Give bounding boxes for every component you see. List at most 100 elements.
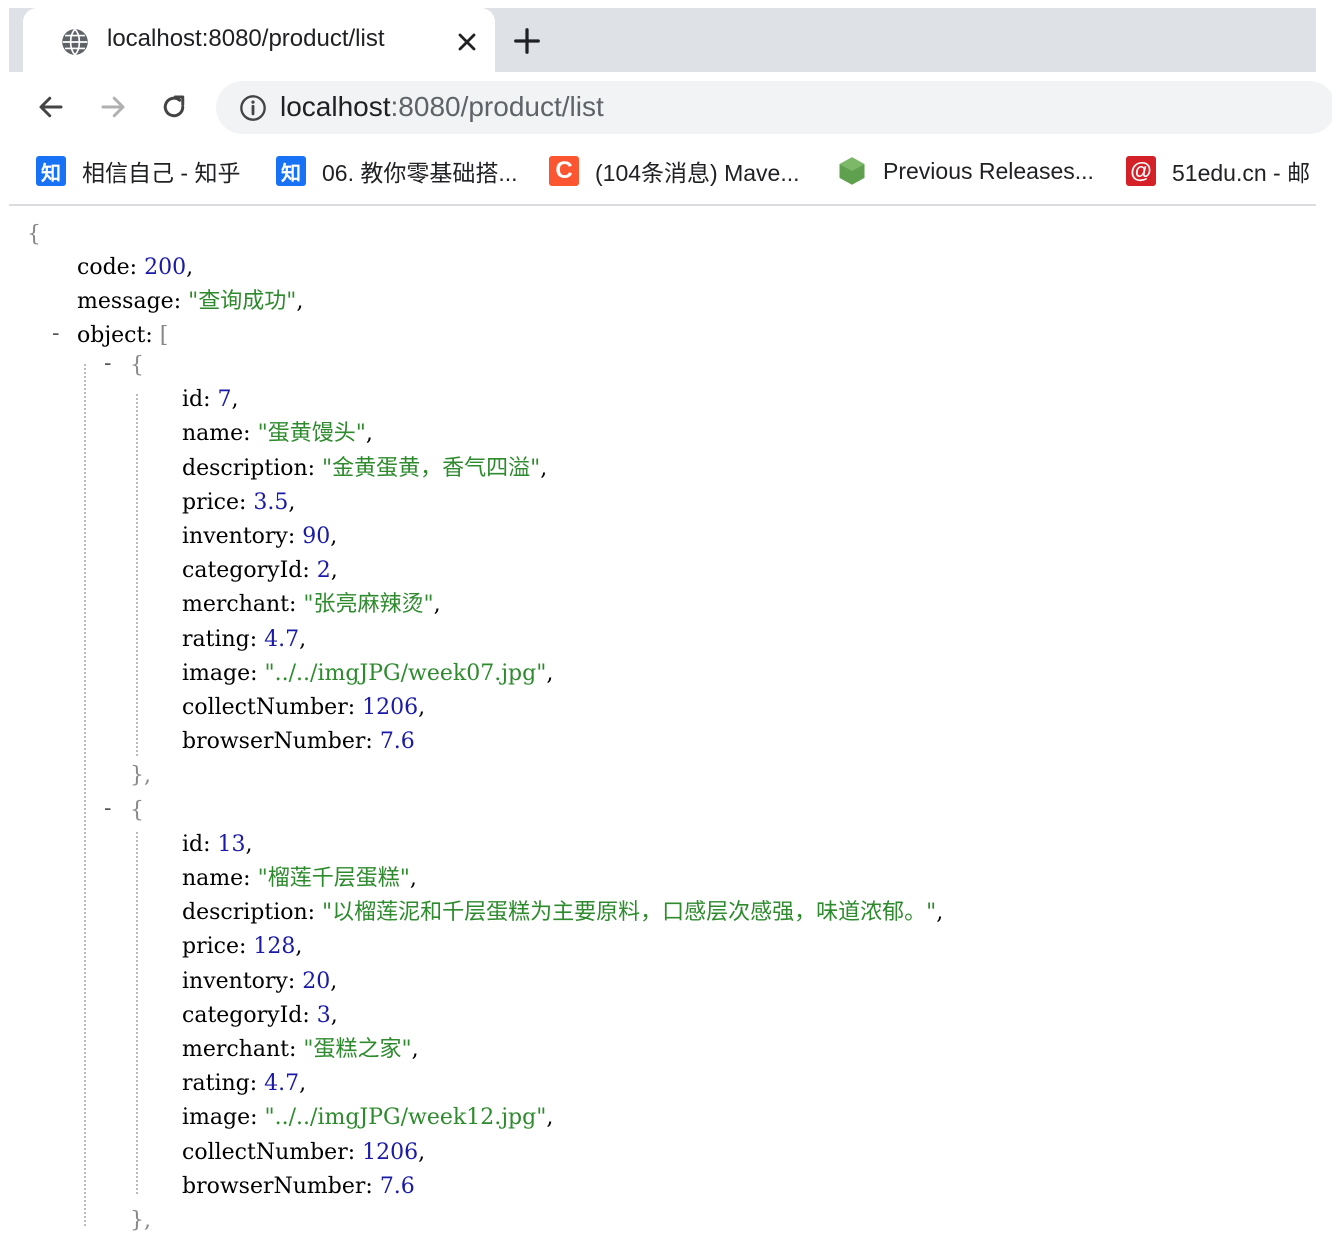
json-key: description: [182, 455, 308, 481]
json-field-merchant: merchant: "张亮麻辣烫",: [182, 592, 441, 618]
json-comma: ,: [299, 626, 307, 652]
json-comma: ,: [433, 592, 441, 618]
json-key: rating: [182, 1071, 250, 1097]
url-text: localhost:8080/product/list: [280, 91, 604, 123]
json-comma: ,: [546, 660, 554, 686]
json-field-inventory: inventory: 90,: [182, 524, 337, 550]
indent-guide: [136, 832, 138, 1194]
json-key: collectNumber: [182, 1139, 348, 1165]
json-key: collectNumber: [182, 695, 348, 720]
json-key: id: [182, 831, 204, 857]
json-key: image: [182, 1105, 251, 1131]
json-comma: ,: [936, 900, 944, 926]
json-field-name: name: "榴莲千层蛋糕",: [182, 866, 417, 892]
json-comma: ,: [299, 1071, 307, 1097]
plus-icon[interactable]: [512, 26, 542, 56]
json-line-message: message: "查询成功",: [77, 289, 304, 314]
bookmark-label: Previous Releases...: [883, 157, 1094, 184]
json-viewer: { code: 200, message: "查询成功", - object: …: [0, 206, 1332, 1233]
json-field-collectNumber: collectNumber: 1206,: [182, 1140, 425, 1166]
json-colon: :: [243, 866, 258, 891]
indent-guide: [84, 364, 86, 1226]
json-key: image: [182, 660, 251, 686]
active-tab[interactable]: localhost:8080/product/list: [23, 8, 495, 72]
bookmark-item-csdn[interactable]: C (104条消息) Mave...: [549, 154, 800, 188]
zhihu-icon: 知: [276, 156, 306, 186]
json-key: inventory: [182, 524, 288, 549]
json-value: 13: [217, 831, 246, 857]
collapse-toggle[interactable]: -: [104, 351, 111, 376]
json-colon: :: [307, 455, 323, 481]
json-root-open: {: [27, 222, 41, 247]
json-key: description: [182, 900, 308, 926]
json-field-browserNumber: browserNumber: 7.6: [182, 1174, 415, 1200]
bookmark-item-nodejs[interactable]: Previous Releases...: [837, 154, 1094, 188]
reload-icon[interactable]: [159, 92, 189, 122]
json-colon: :: [243, 421, 258, 447]
json-item-close: },: [130, 763, 151, 789]
json-value: 4.7: [264, 1071, 300, 1097]
json-item-open: {: [130, 353, 144, 379]
json-value: 1206: [362, 1139, 419, 1165]
json-value: 90: [302, 524, 331, 549]
json-comma: ,: [411, 1037, 419, 1062]
json-field-inventory: inventory: 20,: [182, 969, 337, 995]
json-value: "榴莲千层蛋糕": [257, 866, 410, 891]
json-value: 3.5: [253, 489, 289, 515]
json-comma: ,: [288, 489, 296, 515]
json-field-browserNumber: browserNumber: 7.6: [182, 729, 415, 755]
json-colon: :: [365, 1173, 380, 1199]
json-line-code: code: 200,: [77, 255, 194, 280]
info-icon[interactable]: [239, 94, 267, 122]
brace: {: [130, 797, 144, 823]
json-key: name: [182, 866, 244, 891]
nodejs-icon: [839, 157, 865, 185]
json-item-close: },: [130, 1208, 151, 1234]
address-bar[interactable]: localhost:8080/product/list: [216, 81, 1332, 134]
collapse-toggle[interactable]: -: [52, 321, 59, 346]
json-value: 7: [217, 387, 232, 413]
zhihu-icon: 知: [36, 156, 66, 186]
bookmark-item-zhihu-1[interactable]: 知 相信自己 - 知乎: [36, 154, 240, 188]
json-comma: ,: [330, 968, 338, 994]
csdn-icon: C: [549, 156, 579, 186]
json-key: price: [182, 489, 239, 515]
json-key: merchant: [182, 1037, 290, 1062]
json-value: "以榴莲泥和千层蛋糕为主要原料，口感层次感强，味道浓郁。": [322, 900, 937, 926]
json-value: "金黄蛋黄，香气四溢": [322, 455, 541, 481]
json-value: "蛋糕之家": [303, 1037, 412, 1062]
brace: },: [130, 763, 151, 789]
bookmark-label: (104条消息) Mave...: [595, 160, 800, 186]
json-colon: :: [302, 1002, 317, 1028]
arrow-right-icon[interactable]: [98, 92, 128, 122]
json-key: browserNumber: [182, 729, 366, 755]
json-value: "张亮麻辣烫": [303, 592, 434, 618]
globe-icon: [62, 28, 88, 56]
json-colon: :: [250, 660, 265, 686]
json-field-rating: rating: 4.7,: [182, 1071, 306, 1097]
json-comma: ,: [231, 387, 239, 413]
json-colon: :: [347, 1139, 363, 1165]
json-colon: :: [250, 1105, 265, 1131]
json-comma: ,: [330, 1002, 338, 1028]
browser-toolbar: localhost:8080/product/list: [9, 72, 1332, 142]
close-icon[interactable]: [453, 28, 481, 56]
json-field-categoryId: categoryId: 3,: [182, 1003, 338, 1029]
bookmark-item-51edu[interactable]: @ 51edu.cn - 邮: [1126, 154, 1310, 188]
json-comma: ,: [365, 421, 373, 447]
json-field-name: name: "蛋黄馒头",: [182, 421, 373, 447]
collapse-toggle[interactable]: -: [104, 796, 111, 821]
json-key: rating: [182, 626, 250, 652]
json-colon: :: [307, 900, 323, 926]
url-path: :8080/product/list: [390, 91, 604, 122]
json-comma: ,: [546, 1105, 554, 1131]
json-key: id: [182, 387, 204, 413]
json-key: name: [182, 421, 244, 447]
json-key: inventory: [182, 968, 288, 994]
json-colon: :: [287, 968, 303, 994]
bookmark-item-zhihu-2[interactable]: 知 06. 教你零基础搭...: [276, 154, 518, 188]
json-colon: :: [347, 695, 363, 720]
arrow-left-icon[interactable]: [36, 92, 66, 122]
json-comma: ,: [409, 866, 417, 891]
json-colon: :: [249, 626, 265, 652]
